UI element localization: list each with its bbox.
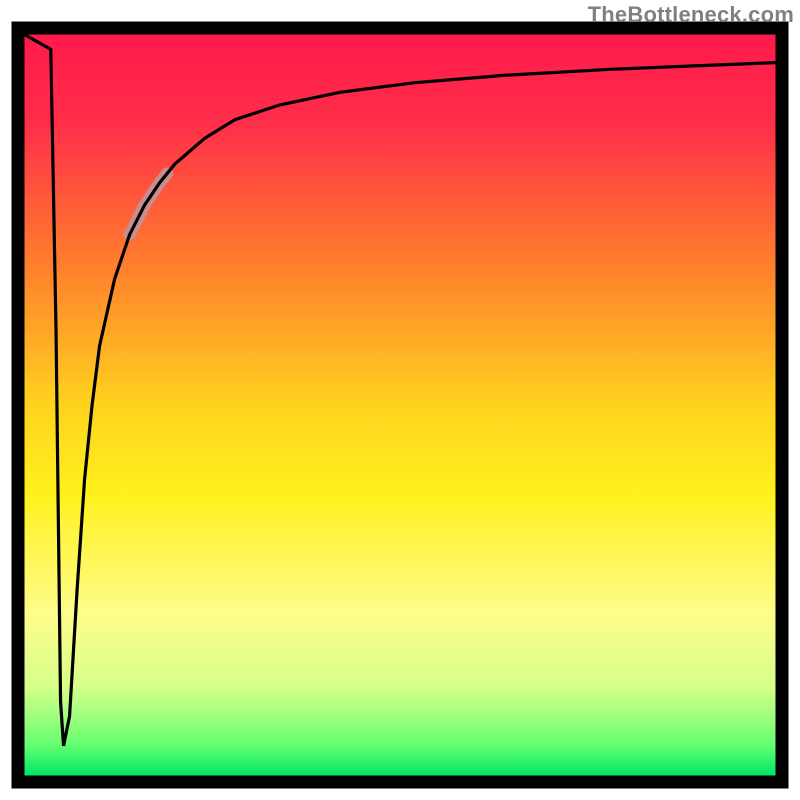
chart-svg xyxy=(0,0,800,800)
watermark-text: TheBottleneck.com xyxy=(588,2,794,28)
chart-stage: TheBottleneck.com xyxy=(0,0,800,800)
plot-background xyxy=(25,35,776,776)
